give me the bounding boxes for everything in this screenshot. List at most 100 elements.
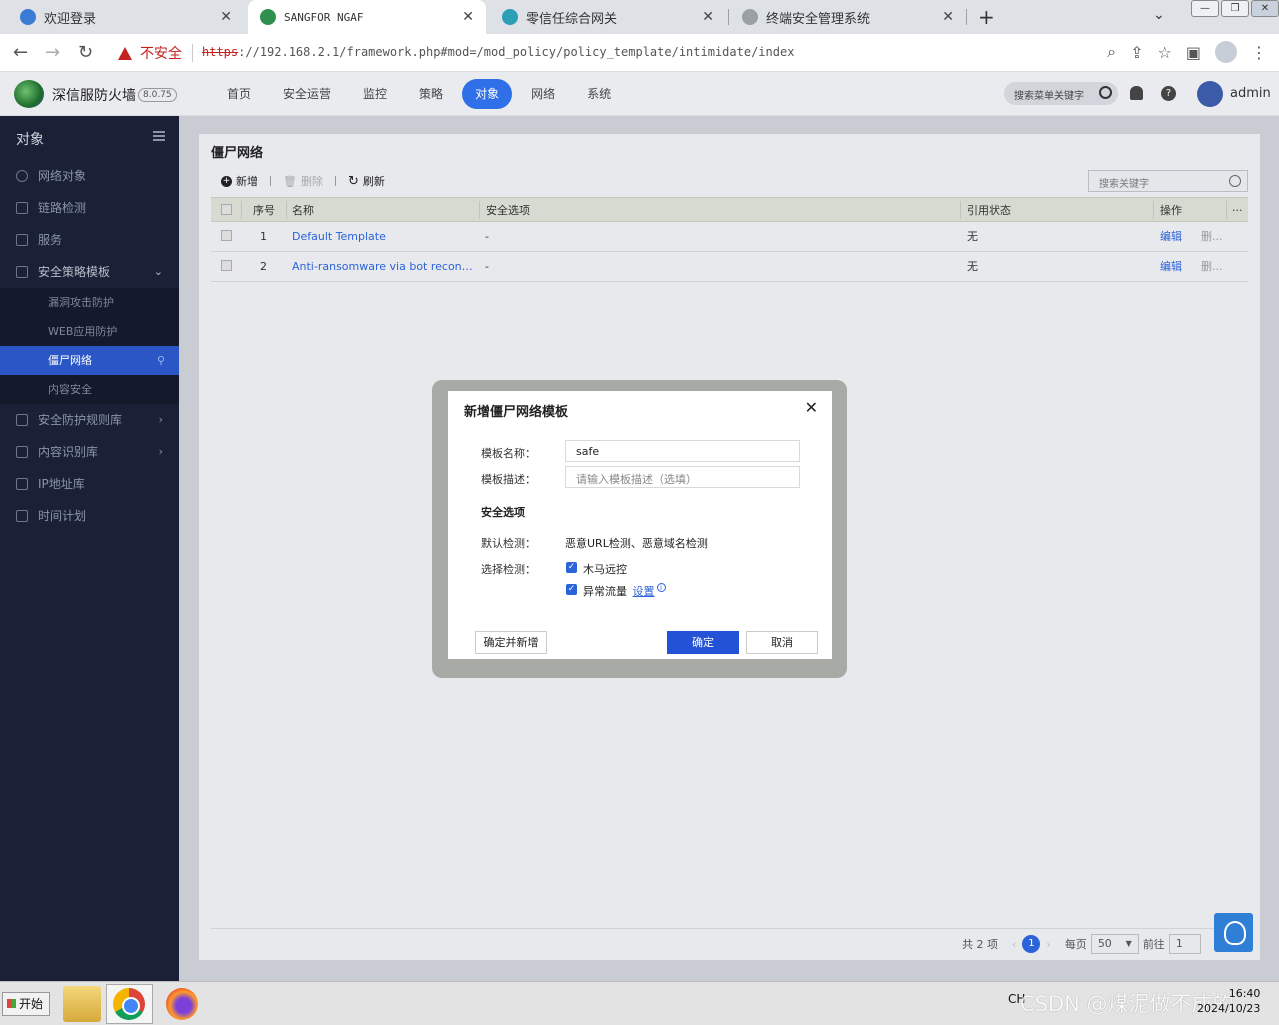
nav-home[interactable]: 首页 xyxy=(214,79,264,109)
template-table: 序号 名称 安全选项 引用状态 操作 ··· 1 Default Templat… xyxy=(211,197,1248,282)
nav-security-ops[interactable]: 安全运营 xyxy=(270,79,344,109)
settings-link[interactable]: 设置 xyxy=(633,585,655,598)
per-page-select[interactable]: 50 ▼ xyxy=(1090,934,1139,954)
sidebar-subitem-vuln-protection[interactable]: 漏洞攻击防护 xyxy=(0,288,179,317)
chevron-down-icon: ⌄ xyxy=(153,265,163,278)
next-page-icon[interactable]: › xyxy=(1046,938,1050,951)
tab-sangfor-ngaf[interactable]: SANGFOR NGAF ✕ xyxy=(248,0,486,34)
sidebar-item-ip-library[interactable]: IP地址库 xyxy=(0,469,179,499)
tab-zero-trust-gateway[interactable]: 零信任综合网关 ✕ xyxy=(490,0,726,34)
toolbar-divider xyxy=(270,176,271,186)
start-button[interactable]: 开始 xyxy=(2,992,50,1016)
column-divider xyxy=(479,201,480,219)
nav-policy[interactable]: 策略 xyxy=(406,79,456,109)
nav-objects[interactable]: 对象 xyxy=(462,79,513,109)
trojan-remote-checkbox[interactable]: ✓ xyxy=(566,562,577,573)
select-all-checkbox[interactable] xyxy=(221,204,232,215)
security-options-heading: 安全选项 xyxy=(481,506,525,519)
new-tab-icon[interactable]: + xyxy=(978,5,995,29)
search-icon[interactable] xyxy=(1229,175,1241,187)
menu-search-input[interactable]: 搜索菜单关键字 xyxy=(1004,82,1118,105)
column-divider xyxy=(960,201,961,219)
sidebar-item-protection-rule-library[interactable]: 安全防护规则库 › xyxy=(0,405,179,435)
close-window-icon[interactable]: ✕ xyxy=(1251,0,1279,17)
confirm-and-add-button[interactable]: 确定并新增 xyxy=(475,631,547,654)
profile-icon[interactable] xyxy=(1215,41,1237,63)
abnormal-traffic-checkbox[interactable]: ✓ xyxy=(566,584,577,595)
template-desc-label: 模板描述： xyxy=(481,473,536,486)
user-name[interactable]: admin xyxy=(1230,86,1271,101)
row-checkbox[interactable] xyxy=(221,230,232,241)
security-warning[interactable]: 不安全 xyxy=(118,43,182,63)
search-icon[interactable] xyxy=(1099,86,1112,99)
system-clock[interactable]: 16:40 2024/10/23 xyxy=(1197,986,1260,1016)
add-button[interactable]: + 新增 xyxy=(221,173,258,189)
sidebar-subitem-content-security[interactable]: 内容安全 xyxy=(0,375,179,404)
sidebar-subitem-botnet[interactable]: 僵尸网络 ⚲ xyxy=(0,346,179,375)
chrome-icon[interactable] xyxy=(110,986,148,1022)
back-arrow-icon[interactable]: ← xyxy=(13,42,28,63)
sidebar-item-content-recognition[interactable]: 内容识别库 › xyxy=(0,437,179,467)
nav-system[interactable]: 系统 xyxy=(574,79,624,109)
restore-icon[interactable]: ❐ xyxy=(1221,0,1249,17)
sidebar-item-schedule[interactable]: 时间计划 xyxy=(0,501,179,531)
row-edit-link[interactable]: 编辑 xyxy=(1160,222,1182,252)
ok-button[interactable]: 确定 xyxy=(667,631,739,654)
sidebar-item-network-objects[interactable]: 网络对象 xyxy=(0,161,179,191)
tab-endpoint-security[interactable]: 终端安全管理系统 ✕ xyxy=(730,0,966,34)
keyword-search-input[interactable]: 搜索关键字 xyxy=(1088,170,1248,192)
share-icon[interactable]: ⇪ xyxy=(1130,43,1143,62)
prev-page-icon[interactable]: ‹ xyxy=(1012,938,1016,951)
reload-icon[interactable]: ↻ xyxy=(78,42,93,63)
user-avatar[interactable] xyxy=(1197,81,1223,107)
row-name-link[interactable]: Anti-ransomware via bot reconnect... xyxy=(292,252,477,282)
table-row[interactable]: 2 Anti-ransomware via bot reconnect... -… xyxy=(211,252,1248,282)
help-icon[interactable]: ? xyxy=(1161,86,1176,101)
close-tab-icon[interactable]: ✕ xyxy=(220,9,232,25)
refresh-button[interactable]: ↻ 刷新 xyxy=(348,173,385,189)
column-settings-icon[interactable]: ··· xyxy=(1232,198,1243,223)
url-field[interactable]: https://192.168.2.1/framework.php#mod=/m… xyxy=(202,45,794,59)
close-icon[interactable]: ✕ xyxy=(805,398,818,417)
sidebar-item-security-policy-templates[interactable]: 安全策略模板 ⌄ xyxy=(0,257,179,287)
close-tab-icon[interactable]: ✕ xyxy=(702,9,714,25)
template-name-input[interactable]: safe xyxy=(565,440,800,462)
sidebar-subitem-web-protection[interactable]: WEB应用防护 xyxy=(0,317,179,346)
page-number-current[interactable]: 1 xyxy=(1022,935,1041,953)
assistant-float-icon[interactable] xyxy=(1214,913,1253,952)
pin-icon[interactable]: ⚲ xyxy=(157,346,165,375)
zoom-icon[interactable]: ⌕ xyxy=(1107,42,1116,62)
goto-page-input[interactable]: 1 xyxy=(1168,934,1201,954)
info-icon[interactable]: i xyxy=(656,583,666,592)
tab-welcome-login[interactable]: 欢迎登录 ✕ xyxy=(8,0,244,34)
table-row[interactable]: 1 Default Template - 无 编辑 删... xyxy=(211,222,1248,252)
file-explorer-icon[interactable] xyxy=(63,986,101,1022)
close-tab-icon[interactable]: ✕ xyxy=(942,9,954,25)
abnormal-traffic-text: 异常流量 xyxy=(583,585,627,598)
row-delete-link[interactable]: 删... xyxy=(1201,222,1223,252)
nav-network[interactable]: 网络 xyxy=(518,79,568,109)
sidebar-toggle-icon[interactable]: ▣ xyxy=(1186,43,1201,62)
row-checkbox[interactable] xyxy=(221,260,232,271)
forward-arrow-icon[interactable]: → xyxy=(45,42,60,63)
sidebar-item-services[interactable]: 服务 xyxy=(0,225,179,255)
sidebar-item-link-detection[interactable]: 链路检测 xyxy=(0,193,179,223)
cancel-button[interactable]: 取消 xyxy=(746,631,818,654)
delete-button[interactable]: 🗑 删除 xyxy=(283,173,323,189)
more-menu-icon[interactable]: ⋮ xyxy=(1251,43,1267,62)
row-edit-link[interactable]: 编辑 xyxy=(1160,252,1182,282)
firefox-icon[interactable] xyxy=(163,986,201,1022)
row-name-link[interactable]: Default Template xyxy=(292,222,477,252)
column-divider xyxy=(1153,201,1154,219)
bookmark-star-icon[interactable]: ☆ xyxy=(1158,43,1172,62)
bell-icon[interactable] xyxy=(1130,86,1143,100)
template-desc-input[interactable]: 请输入模板描述（选填） xyxy=(565,466,800,488)
globe-icon xyxy=(16,170,28,182)
address-bar: ← → ↻ 不安全 https://192.168.2.1/framework.… xyxy=(0,34,1279,72)
nav-monitor[interactable]: 监控 xyxy=(350,79,400,109)
minimize-icon[interactable]: — xyxy=(1191,0,1219,17)
menu-collapse-icon[interactable] xyxy=(153,131,165,141)
close-tab-icon[interactable]: ✕ xyxy=(462,9,474,25)
row-delete-link[interactable]: 删... xyxy=(1201,252,1223,282)
chevron-down-icon[interactable]: ⌄ xyxy=(1153,7,1165,23)
